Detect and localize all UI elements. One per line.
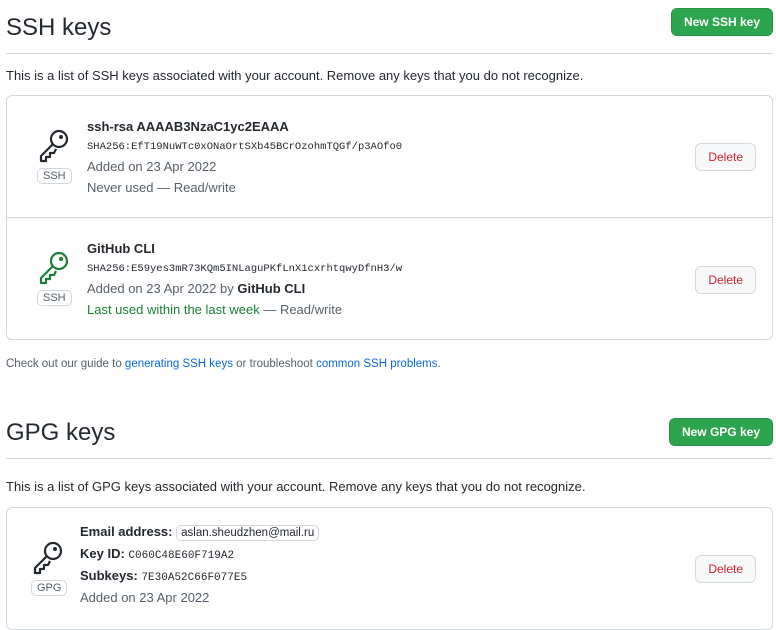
gpg-subkeys: 7E30A52C66F077E5 (141, 572, 248, 584)
ssh-key-row: SSH GitHub CLI SHA256:E59yes3mR73KQm5INL… (7, 217, 772, 339)
gpg-key-id-label: Key ID: (80, 546, 125, 561)
gpg-key-icon-group: GPG (31, 540, 68, 596)
gpg-badge: GPG (31, 580, 68, 596)
ssh-key-access: — Read/write (259, 302, 343, 317)
ssh-key-fingerprint: SHA256:E59yes3mR73KQm5INLaguPKfLnX1cxrht… (87, 263, 403, 275)
delete-ssh-key-button[interactable]: Delete (695, 143, 756, 171)
common-ssh-problems-link[interactable]: common SSH problems (316, 358, 437, 370)
ssh-key-row: SSH ssh-rsa AAAAB3NzaC1yc2EAAA SHA256:Ef… (7, 96, 772, 217)
gpg-keys-list: GPG Email address: aslan.sheudzhen@mail.… (6, 507, 773, 630)
ssh-key-info: ssh-rsa AAAAB3NzaC1yc2EAAA SHA256:EfT19N… (87, 119, 402, 195)
gpg-key-id-line: Key ID: C060C48E60F719A2 (80, 546, 319, 562)
guide-suffix: . (437, 358, 441, 370)
ssh-key-last-used: Last used within the last week (87, 302, 260, 317)
key-icon (39, 129, 69, 163)
ssh-key-last-used: Never used (87, 180, 154, 195)
new-ssh-key-button[interactable]: New SSH key (670, 8, 773, 36)
gpg-email-chip: aslan.sheudzhen@mail.ru (176, 525, 320, 541)
ssh-key-icon-group: SSH (37, 250, 72, 306)
gpg-key-added: Added on 23 Apr 2022 (80, 590, 210, 605)
gpg-key-info: Email address: aslan.sheudzhen@mail.ru K… (80, 524, 320, 605)
ssh-section-title: SSH keys (6, 14, 112, 41)
ssh-key-icon-group: SSH (37, 128, 72, 184)
new-gpg-key-button[interactable]: New GPG key (668, 418, 773, 446)
ssh-key-fingerprint: SHA256:EfT19NuWTc0xONaOrtSXb45BCrOzohmTQ… (87, 141, 403, 153)
ssh-key-title: ssh-rsa AAAAB3NzaC1yc2EAAA (87, 119, 289, 134)
ssh-section-header: SSH keys New SSH key (6, 6, 773, 54)
gpg-subkeys-line: Subkeys: 7E30A52C66F077E5 (80, 568, 319, 584)
gpg-section-title: GPG keys (6, 419, 116, 446)
generating-ssh-keys-link[interactable]: generating SSH keys (125, 358, 233, 370)
ssh-key-title: GitHub CLI (87, 241, 155, 256)
gpg-subkeys-label: Subkeys: (80, 568, 138, 583)
delete-ssh-key-button[interactable]: Delete (695, 266, 756, 294)
ssh-key-access: — Read/write (153, 180, 236, 195)
gpg-email-label: Email address: (80, 524, 173, 539)
gpg-description: This is a list of GPG keys associated wi… (6, 479, 586, 494)
ssh-key-info: GitHub CLI SHA256:E59yes3mR73KQm5INLaguP… (87, 241, 402, 317)
ssh-key-usage: Last used within the last week — Read/wr… (87, 302, 402, 317)
delete-gpg-key-button[interactable]: Delete (695, 555, 756, 583)
ssh-key-added-by: GitHub CLI (237, 281, 306, 296)
guide-middle: or troubleshoot (232, 358, 317, 370)
key-icon (33, 541, 63, 575)
ssh-key-added: Added on 23 Apr 2022 (87, 159, 217, 174)
guide-prefix: Check out our guide to (6, 358, 125, 370)
ssh-badge: SSH (37, 290, 72, 306)
ssh-key-added-text: Added on 23 Apr 2022 by (87, 281, 238, 296)
ssh-description: This is a list of SSH keys associated wi… (6, 68, 584, 83)
gpg-key-id: C060C48E60F719A2 (128, 550, 235, 562)
gpg-key-row: GPG Email address: aslan.sheudzhen@mail.… (7, 508, 772, 629)
key-icon (39, 251, 69, 285)
gpg-email-line: Email address: aslan.sheudzhen@mail.ru (80, 524, 320, 541)
ssh-key-usage: Never used — Read/write (87, 180, 402, 195)
gpg-section-header: GPG keys New GPG key (6, 411, 773, 459)
ssh-keys-list: SSH ssh-rsa AAAAB3NzaC1yc2EAAA SHA256:Ef… (6, 95, 773, 340)
ssh-badge: SSH (37, 168, 72, 184)
ssh-key-added: Added on 23 Apr 2022 by GitHub CLI (87, 281, 402, 296)
ssh-guide-text: Check out our guide to generating SSH ke… (6, 358, 441, 370)
